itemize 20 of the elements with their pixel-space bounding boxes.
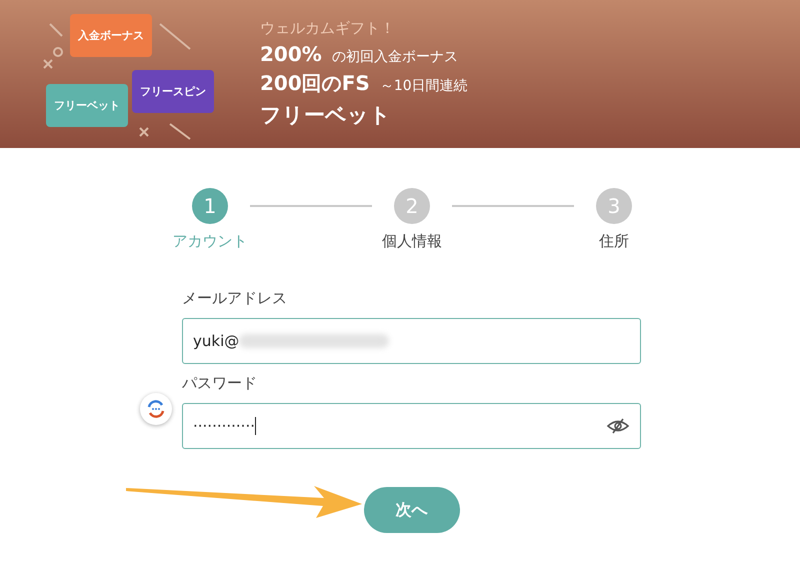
field-label: メールアドレス bbox=[182, 289, 288, 308]
banner-footer: フリーベット bbox=[260, 101, 468, 129]
offer-highlight: 200回のFS bbox=[260, 70, 370, 97]
step-label: 住所 bbox=[599, 232, 629, 251]
step-circle: 1 bbox=[192, 188, 228, 224]
password-field[interactable]: ············· bbox=[182, 403, 641, 449]
translate-icon[interactable] bbox=[146, 399, 166, 419]
translate-button[interactable] bbox=[140, 393, 172, 425]
offer-highlight: 200% bbox=[260, 42, 322, 66]
bonus-tile: 入金ボーナス bbox=[70, 14, 152, 57]
step-label: アカウント bbox=[172, 232, 248, 251]
bonus-tile: フリースピン bbox=[132, 70, 214, 113]
email-field[interactable]: yuki@ bbox=[182, 318, 641, 364]
field-label: パスワード bbox=[182, 374, 258, 393]
bonus-tile: フリーベット bbox=[46, 84, 128, 127]
banner-heading: ウェルカムギフト！ bbox=[260, 19, 396, 38]
offer-text: ～10日間連続 bbox=[380, 77, 468, 95]
offer-text: の初回入金ボーナス bbox=[332, 48, 458, 66]
step-label: 個人情報 bbox=[382, 232, 442, 251]
eye-slash-icon[interactable] bbox=[606, 417, 630, 435]
